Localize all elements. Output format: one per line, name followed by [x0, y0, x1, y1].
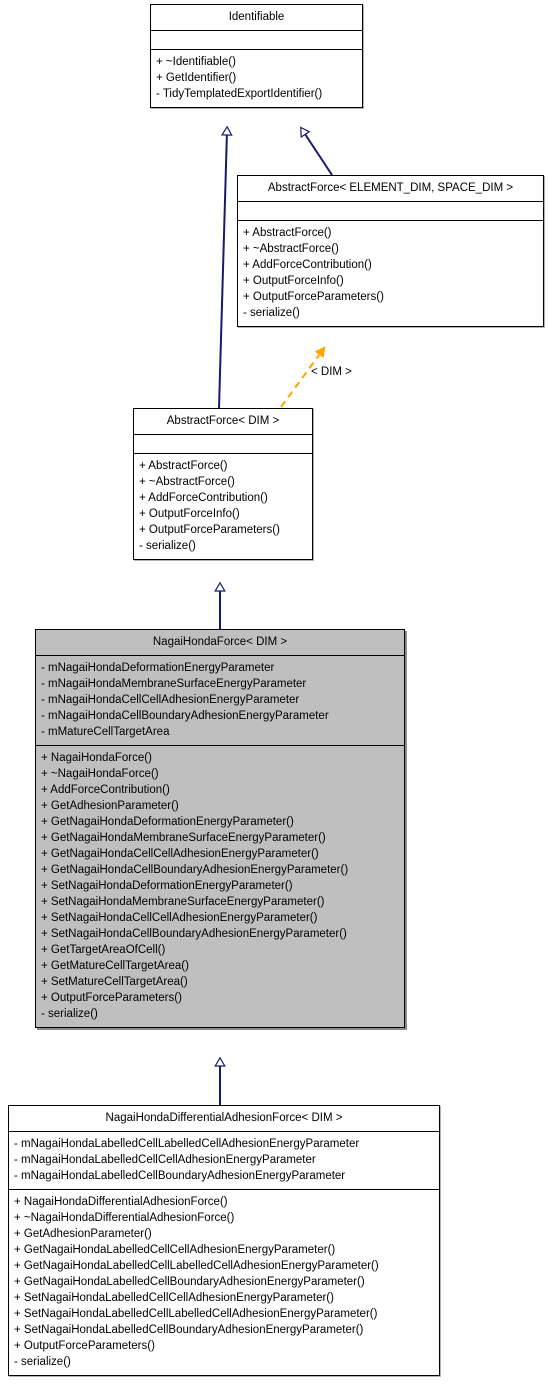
member-row: + SetNagaiHondaLabelledCellBoundaryAdhes…	[14, 1324, 364, 1336]
member-row: + GetNagaiHondaLabelledCellCellAdhesionE…	[14, 1244, 336, 1256]
class-box-abstractforce-template[interactable]: AbstractForce< ELEMENT_DIM, SPACE_DIM > …	[237, 175, 544, 327]
member-row: + SetNagaiHondaCellCellAdhesionEnergyPar…	[41, 912, 318, 924]
member-row: - mNagaiHondaLabelledCellLabelledCellAdh…	[14, 1138, 360, 1150]
edge-abstractforcedim-to-identifiable	[218, 125, 233, 409]
member-row: + GetIdentifier()	[156, 72, 237, 84]
class-box-identifiable[interactable]: Identifiable + ~Identifiable() + GetIden…	[150, 4, 363, 108]
member-row: + OutputForceInfo()	[139, 508, 240, 520]
member-row: + SetNagaiHondaMembraneSurfaceEnergyPara…	[41, 896, 325, 908]
attributes-compartment-abstractforce-template	[238, 202, 543, 220]
member-row: + ~NagaiHondaDifferentialAdhesionForce()	[14, 1212, 235, 1224]
member-row: - mNagaiHondaCellCellAdhesionEnergyParam…	[41, 694, 300, 706]
methods-compartment-abstractforce-dim: + AbstractForce() + ~AbstractForce() + A…	[134, 454, 312, 559]
member-row: + GetAdhesionParameter()	[41, 800, 179, 812]
member-row: + OutputForceParameters()	[14, 1340, 155, 1352]
member-row: - mNagaiHondaLabelledCellBoundaryAdhesio…	[14, 1170, 346, 1182]
class-box-nagaihondadifferentialadhesionforce[interactable]: NagaiHondaDifferentialAdhesionForce< DIM…	[8, 1105, 440, 1376]
member-row: + SetNagaiHondaCellBoundaryAdhesionEnerg…	[41, 928, 347, 940]
member-row: - serialize()	[41, 1008, 98, 1020]
attributes-compartment-abstractforce-dim	[134, 435, 312, 453]
member-row: + AddForceContribution()	[41, 784, 170, 796]
member-row: + GetAdhesionParameter()	[14, 1228, 152, 1240]
member-row: - mNagaiHondaLabelledCellCellAdhesionEne…	[14, 1154, 316, 1166]
member-row: + OutputForceParameters()	[139, 524, 280, 536]
member-row: - serialize()	[14, 1356, 71, 1368]
member-row: - mNagaiHondaCellBoundaryAdhesionEnergyP…	[41, 710, 329, 722]
edge-label-dim-binding: < DIM >	[311, 366, 352, 378]
member-row: - mNagaiHondaDeformationEnergyParameter	[41, 662, 275, 674]
class-title-nagaihondaforce: NagaiHondaForce< DIM >	[152, 636, 288, 648]
attributes-compartment-nagaihondadifferentialadhesionforce: - mNagaiHondaLabelledCellLabelledCellAdh…	[9, 1132, 439, 1189]
member-row: + NagaiHondaForce()	[41, 752, 152, 764]
member-row: - serialize()	[139, 540, 196, 552]
edge-template-binding-dim	[280, 351, 322, 408]
member-row: + GetNagaiHondaLabelledCellLabelledCellA…	[14, 1260, 379, 1272]
member-row: + GetNagaiHondaMembraneSurfaceEnergyPara…	[41, 832, 326, 844]
member-row: + GetMatureCellTargetArea()	[41, 960, 189, 972]
member-row: + SetNagaiHondaDeformationEnergyParamete…	[41, 880, 293, 892]
member-row: + GetNagaiHondaLabelledCellBoundaryAdhes…	[14, 1276, 365, 1288]
class-box-nagaihondaforce[interactable]: NagaiHondaForce< DIM > - mNagaiHondaDefo…	[35, 629, 405, 1028]
attributes-compartment-identifiable	[151, 31, 362, 49]
member-row: + ~NagaiHondaForce()	[41, 768, 159, 780]
class-title-abstractforce-template: AbstractForce< ELEMENT_DIM, SPACE_DIM >	[267, 182, 514, 194]
member-row: + OutputForceInfo()	[243, 275, 344, 287]
methods-compartment-abstractforce-template: + AbstractForce() + ~AbstractForce() + A…	[238, 221, 543, 326]
member-row: - TidyTemplatedExportIdentifier()	[156, 88, 323, 100]
member-row: + GetNagaiHondaCellCellAdhesionEnergyPar…	[41, 848, 319, 860]
member-row: + SetMatureCellTargetArea()	[41, 976, 188, 988]
methods-compartment-nagaihondadifferentialadhesionforce: + NagaiHondaDifferentialAdhesionForce() …	[9, 1190, 439, 1375]
member-row: + AddForceContribution()	[243, 259, 372, 271]
class-title-abstractforce-dim: AbstractForce< DIM >	[166, 415, 280, 427]
edge-abstractforcetemplate-to-identifiable	[300, 126, 333, 176]
class-title-nagaihondadifferentialadhesionforce: NagaiHondaDifferentialAdhesionForce< DIM…	[105, 1112, 343, 1124]
member-row: - serialize()	[243, 307, 300, 319]
member-row: + AbstractForce()	[139, 460, 228, 472]
member-row: + GetTargetAreaOfCell()	[41, 944, 166, 956]
member-row: + OutputForceParameters()	[243, 291, 384, 303]
methods-compartment-identifiable: + ~Identifiable() + GetIdentifier() - Ti…	[151, 50, 362, 107]
attributes-compartment-nagaihondaforce: - mNagaiHondaDeformationEnergyParameter …	[36, 656, 404, 745]
methods-compartment-nagaihondaforce: + NagaiHondaForce() + ~NagaiHondaForce()…	[36, 746, 404, 1027]
member-row: + ~Identifiable()	[156, 56, 236, 68]
member-row: - mNagaiHondaMembraneSurfaceEnergyParame…	[41, 678, 307, 690]
member-row: + SetNagaiHondaLabelledCellCellAdhesionE…	[14, 1292, 334, 1304]
member-row: + OutputForceParameters()	[41, 992, 182, 1004]
member-row: - mMatureCellTargetArea	[41, 726, 170, 738]
member-row: + AbstractForce()	[243, 227, 332, 239]
class-box-abstractforce-dim[interactable]: AbstractForce< DIM > + AbstractForce() +…	[133, 408, 313, 560]
member-row: + ~AbstractForce()	[243, 243, 339, 255]
member-row: + NagaiHondaDifferentialAdhesionForce()	[14, 1196, 228, 1208]
member-row: + GetNagaiHondaDeformationEnergyParamete…	[41, 816, 294, 828]
member-row: + GetNagaiHondaCellBoundaryAdhesionEnerg…	[41, 864, 349, 876]
member-row: + ~AbstractForce()	[139, 476, 235, 488]
class-title-identifiable: Identifiable	[228, 11, 285, 23]
uml-class-diagram: < DIM > Identifiable + ~Identifiable() +…	[0, 0, 549, 1397]
member-row: + AddForceContribution()	[139, 492, 268, 504]
member-row: + SetNagaiHondaLabelledCellLabelledCellA…	[14, 1308, 378, 1320]
